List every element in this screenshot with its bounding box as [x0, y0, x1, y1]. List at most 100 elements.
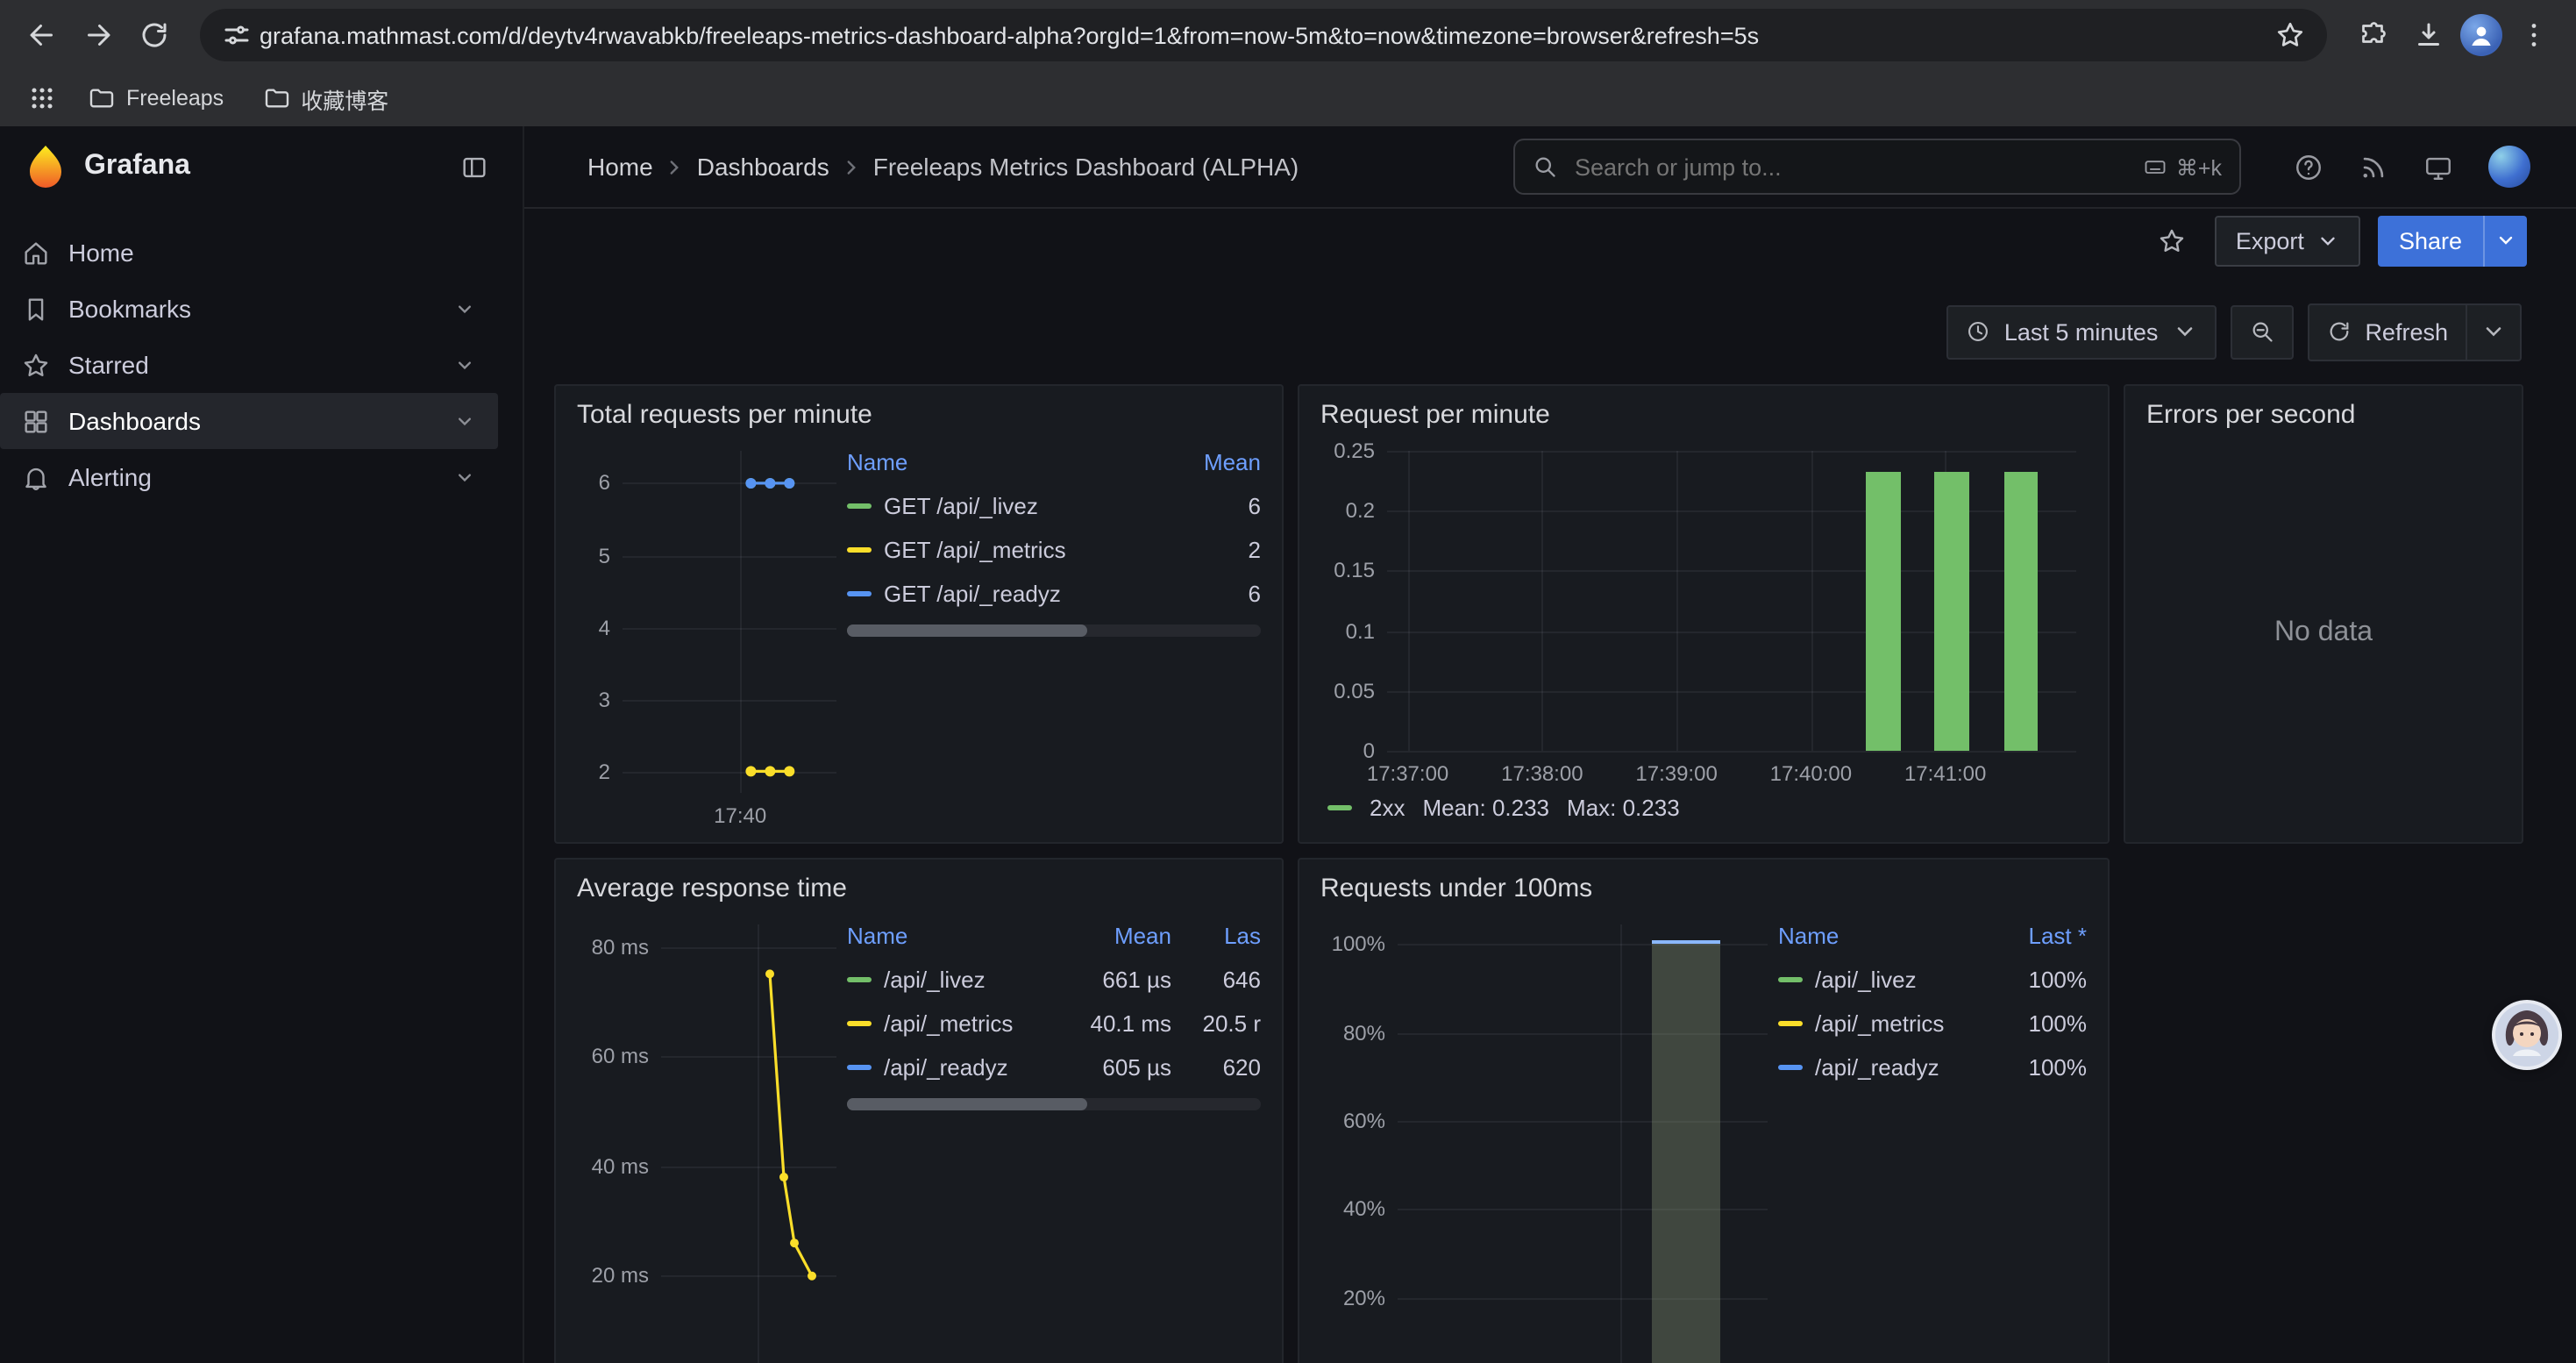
chevron-down-icon: [2172, 319, 2196, 344]
legend-row[interactable]: /api/_metrics 100%: [1778, 1002, 2087, 1045]
legend-scrollbar[interactable]: [847, 1098, 1261, 1110]
panel-title[interactable]: Average response time: [577, 874, 1261, 903]
chevron-down-icon: [2316, 229, 2339, 252]
grafana-logo-icon[interactable]: [25, 144, 67, 189]
chevron-down-icon[interactable]: [452, 296, 477, 321]
folder-icon: [88, 84, 116, 112]
sidebar-item-starred[interactable]: Starred: [0, 337, 498, 393]
legend-row[interactable]: GET /api/_livez 6: [847, 484, 1261, 528]
downloads-icon[interactable]: [2404, 11, 2453, 60]
zoom-out-button[interactable]: [2230, 304, 2293, 359]
request-per-minute-chart[interactable]: 0.250.20.150.10.050 17:37:0017:38:0017:3…: [1320, 437, 2087, 786]
export-button[interactable]: Export: [2215, 215, 2360, 266]
sidebar-item-dashboards[interactable]: Dashboards: [0, 393, 498, 449]
legend-row[interactable]: GET /api/_metrics 2: [847, 528, 1261, 572]
refresh-interval-button[interactable]: [2467, 304, 2520, 359]
bookmark-folder-freeleaps[interactable]: Freeleaps: [74, 79, 238, 118]
panel-avg-response-time: Average response time 80 ms60 ms40 ms20 …: [554, 858, 1284, 1363]
legend-header: Name Mean Las: [847, 914, 1261, 958]
chevron-down-icon[interactable]: [452, 409, 477, 433]
assistant-avatar[interactable]: [2495, 1003, 2558, 1067]
share-split-button: Share: [2378, 215, 2527, 266]
browser-toolbar: [0, 0, 2576, 70]
search-box[interactable]: ⌘+k: [1513, 139, 2241, 195]
search-input[interactable]: [1571, 152, 2129, 182]
legend-col-name[interactable]: Name: [847, 923, 1068, 949]
help-icon[interactable]: [2294, 152, 2323, 182]
refresh-button[interactable]: Refresh: [2309, 304, 2466, 359]
legend-row[interactable]: /api/_readyz 100%: [1778, 1045, 2087, 1089]
breadcrumb-current: Freeleaps Metrics Dashboard (ALPHA): [873, 153, 1299, 181]
site-settings-icon[interactable]: [217, 16, 256, 54]
time-range-button[interactable]: Last 5 minutes: [1946, 304, 2217, 359]
legend-col-name[interactable]: Name: [847, 449, 1157, 475]
url-input[interactable]: [256, 20, 2271, 50]
chevron-down-icon[interactable]: [452, 465, 477, 489]
extensions-icon[interactable]: [2348, 11, 2397, 60]
browser-profile-avatar[interactable]: [2460, 14, 2502, 56]
legend: 2xx Mean: 0.233 Max: 0.233: [1320, 786, 2087, 828]
user-avatar[interactable]: [2488, 146, 2530, 188]
collapse-sidebar-icon[interactable]: [449, 142, 498, 191]
sidebar-menu: Home Bookmarks Starred Dashboards: [0, 207, 523, 505]
dashboards-icon: [21, 406, 51, 436]
apps-grid-icon[interactable]: [21, 77, 63, 119]
url-bar[interactable]: [200, 9, 2327, 61]
panel-grid: Total requests per minute 65432 17:40 Na…: [524, 360, 2576, 1363]
legend-col-mean[interactable]: Mean: [1170, 449, 1261, 475]
panel-total-requests: Total requests per minute 65432 17:40 Na…: [554, 384, 1284, 844]
sidebar: Grafana Home Bookmarks Starred: [0, 126, 524, 1363]
chevron-down-icon[interactable]: [452, 353, 477, 377]
no-data-message: No data: [2146, 437, 2501, 828]
legend-col-mean[interactable]: Mean: [1080, 923, 1171, 949]
sidebar-item-bookmarks[interactable]: Bookmarks: [0, 281, 498, 337]
scrollbar-thumb[interactable]: [847, 1098, 1087, 1110]
y-axis: 80 ms60 ms40 ms20 ms0 s: [577, 924, 649, 1363]
keyboard-icon: [2143, 154, 2167, 179]
legend-row[interactable]: /api/_livez 100%: [1778, 958, 2087, 1002]
legend-row[interactable]: /api/_metrics 40.1 ms 20.5 r: [847, 1002, 1261, 1045]
back-icon[interactable]: [18, 11, 67, 60]
bookmark-star-icon[interactable]: [2271, 16, 2309, 54]
plot-area[interactable]: [623, 451, 836, 793]
top-nav: Home Dashboards Freeleaps Metrics Dashbo…: [524, 126, 2576, 209]
panel-title[interactable]: Total requests per minute: [577, 400, 1261, 430]
panel-title[interactable]: Errors per second: [2146, 400, 2501, 430]
plot-area[interactable]: [1387, 451, 2076, 751]
legend-col-last[interactable]: Las: [1184, 923, 1261, 949]
legend-row[interactable]: GET /api/_readyz 6: [847, 572, 1261, 616]
plot-area[interactable]: [1398, 924, 1768, 1363]
bookmark-folder-blogs[interactable]: 收藏博客: [248, 76, 402, 120]
share-button[interactable]: Share: [2378, 215, 2483, 266]
series-color-icon: [847, 503, 872, 509]
forward-icon[interactable]: [74, 11, 123, 60]
display-icon[interactable]: [2423, 152, 2453, 182]
news-rss-icon[interactable]: [2359, 152, 2388, 182]
sidebar-item-alerting[interactable]: Alerting: [0, 449, 498, 505]
legend-col-name[interactable]: Name: [1778, 923, 1983, 949]
series-color-icon: [847, 1021, 872, 1026]
breadcrumb-home[interactable]: Home: [587, 153, 653, 181]
panel-title[interactable]: Requests under 100ms: [1320, 874, 2087, 903]
scrollbar-thumb[interactable]: [847, 624, 1087, 637]
series-color-icon: [847, 547, 872, 553]
avg-response-chart[interactable]: 80 ms60 ms40 ms20 ms0 s 17:40: [577, 910, 847, 1363]
browser-menu-icon[interactable]: [2509, 11, 2558, 60]
legend-row[interactable]: /api/_livez 661 µs 646: [847, 958, 1261, 1002]
bookmarks-bar: Freeleaps 收藏博客: [0, 70, 2576, 128]
plot-area[interactable]: [661, 924, 836, 1363]
breadcrumb-dashboards[interactable]: Dashboards: [697, 153, 829, 181]
legend-col-last[interactable]: Last *: [1996, 923, 2087, 949]
legend-scrollbar[interactable]: [847, 624, 1261, 637]
legend-row[interactable]: /api/_readyz 605 µs 620: [847, 1045, 1261, 1089]
series-label[interactable]: 2xx: [1370, 794, 1405, 820]
favorite-star-icon[interactable]: [2148, 216, 2197, 265]
share-menu-button[interactable]: [2483, 215, 2527, 266]
panel-title[interactable]: Request per minute: [1320, 400, 2087, 430]
reload-icon[interactable]: [130, 11, 179, 60]
sidebar-item-home[interactable]: Home: [0, 225, 498, 281]
panel-errors-per-second: Errors per second No data: [2124, 384, 2523, 844]
series-color-icon: [1778, 1021, 1803, 1026]
total-requests-chart[interactable]: 65432 17:40: [577, 437, 847, 828]
under-100ms-chart[interactable]: 100%80%60%40%20%0% 17:40: [1320, 910, 1778, 1363]
